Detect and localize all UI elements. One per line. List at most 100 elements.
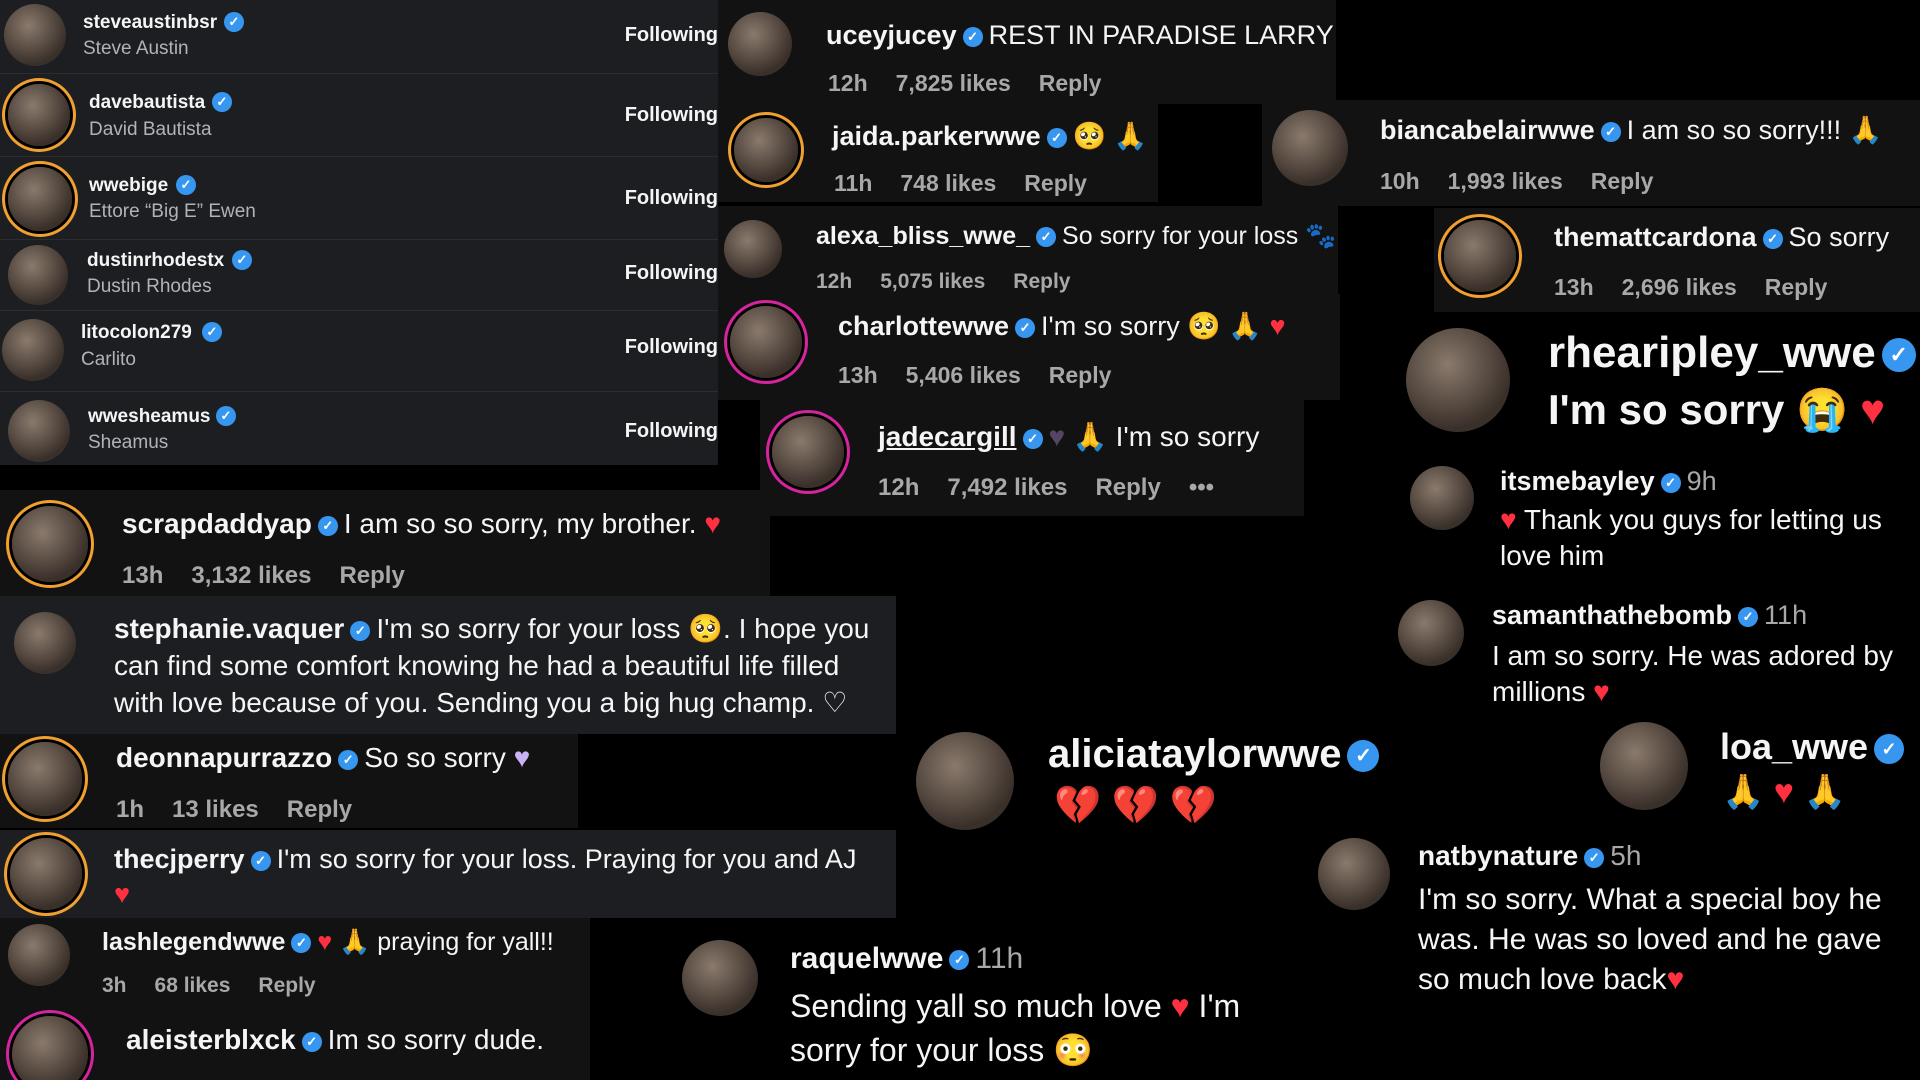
comment-jaida: jaida.parkerwwe ✓ 🥺 🙏 11h 748 likes Reply xyxy=(718,104,1158,202)
avatar[interactable] xyxy=(8,924,70,986)
likes-count[interactable]: 5,406 likes xyxy=(906,362,1021,388)
avatar[interactable] xyxy=(8,400,70,462)
username[interactable]: davebautista xyxy=(89,92,205,114)
avatar[interactable] xyxy=(1600,722,1688,810)
username[interactable]: itsmebayley xyxy=(1500,466,1655,496)
reply-link[interactable]: Reply xyxy=(1765,274,1828,300)
following-row[interactable]: wwebige ✓ Ettore “Big E” Ewen Following xyxy=(0,157,718,240)
likes-count[interactable]: 1,993 likes xyxy=(1448,168,1563,194)
avatar[interactable] xyxy=(728,12,792,76)
username[interactable]: charlottewwe xyxy=(838,311,1009,341)
reply-link[interactable]: Reply xyxy=(1039,70,1102,96)
full-name: Ettore “Big E” Ewen xyxy=(89,201,256,222)
verified-badge-icon: ✓ xyxy=(338,749,359,770)
avatar[interactable] xyxy=(12,1016,88,1080)
reply-link[interactable]: Reply xyxy=(258,974,315,997)
reply-link[interactable]: Reply xyxy=(339,562,404,589)
verified-badge-icon: ✓ xyxy=(1036,227,1057,248)
avatar[interactable] xyxy=(734,118,798,182)
following-button[interactable]: Following xyxy=(625,187,718,210)
avatar[interactable] xyxy=(8,84,70,146)
avatar[interactable] xyxy=(682,940,758,1016)
username[interactable]: alexa_bliss_wwe_ xyxy=(816,222,1030,250)
reply-link[interactable]: Reply xyxy=(1049,362,1112,388)
likes-count[interactable]: 7,825 likes xyxy=(896,70,1011,96)
username[interactable]: dustinrhodestx xyxy=(87,250,224,272)
avatar[interactable] xyxy=(1272,110,1348,186)
following-button[interactable]: Following xyxy=(625,104,718,127)
following-button[interactable]: Following xyxy=(625,420,718,443)
avatar[interactable] xyxy=(916,732,1014,830)
username[interactable]: jaida.parkerwwe xyxy=(832,121,1041,151)
following-row[interactable]: steveaustinbsr ✓ Steve Austin Following xyxy=(0,0,718,74)
username[interactable]: litocolon279 xyxy=(81,322,192,344)
username[interactable]: deonnapurrazzo xyxy=(116,742,332,773)
avatar[interactable] xyxy=(10,838,82,910)
avatar[interactable] xyxy=(730,306,802,378)
username[interactable]: samanthathebomb xyxy=(1492,600,1732,630)
username[interactable]: wwebige xyxy=(89,175,168,197)
username[interactable]: steveaustinbsr xyxy=(83,12,217,34)
avatar[interactable] xyxy=(2,319,64,381)
username[interactable]: natbynature xyxy=(1418,840,1578,871)
avatar[interactable] xyxy=(14,612,76,674)
avatar[interactable] xyxy=(8,742,82,816)
likes-count[interactable]: 7,492 likes xyxy=(947,474,1067,501)
following-button[interactable]: Following xyxy=(625,262,718,285)
username[interactable]: stephanie.vaquer xyxy=(114,613,344,644)
avatar[interactable] xyxy=(1444,220,1516,292)
username[interactable]: aliciataylorwwe xyxy=(1048,732,1341,776)
following-row[interactable]: wwesheamus ✓ Sheamus Following xyxy=(0,392,718,465)
avatar[interactable] xyxy=(724,220,782,278)
verified-badge-icon: ✓ xyxy=(1762,228,1783,249)
broken-heart-icon: 💔 xyxy=(1169,785,1218,827)
username[interactable]: thecjperry xyxy=(114,844,245,874)
more-options-icon[interactable]: ••• xyxy=(1189,474,1214,501)
likes-count[interactable]: 748 likes xyxy=(900,170,996,196)
timestamp: 9h xyxy=(1686,466,1717,496)
username[interactable]: jadecargill xyxy=(878,421,1017,452)
reply-link[interactable]: Reply xyxy=(1024,170,1087,196)
username[interactable]: raquelwwe xyxy=(790,942,943,975)
reply-link[interactable]: Reply xyxy=(1095,474,1160,501)
likes-count[interactable]: 3,132 likes xyxy=(191,562,311,589)
timestamp: 5h xyxy=(1610,840,1642,871)
username[interactable]: themattcardona xyxy=(1554,222,1757,252)
avatar[interactable] xyxy=(8,245,68,305)
avatar[interactable] xyxy=(772,416,844,488)
username[interactable]: aleisterblxck xyxy=(126,1024,296,1055)
reply-link[interactable]: Reply xyxy=(287,796,352,823)
verified-badge-icon: ✓ xyxy=(301,1031,322,1052)
following-row[interactable]: litocolon279 ✓ Carlito Following xyxy=(0,311,718,392)
red-heart-icon: ♥ xyxy=(317,928,333,956)
username[interactable]: scrapdaddyap xyxy=(122,508,312,539)
verified-badge-icon: ✓ xyxy=(232,250,252,270)
following-button[interactable]: Following xyxy=(625,336,718,359)
likes-count[interactable]: 68 likes xyxy=(155,974,231,997)
likes-count[interactable]: 13 likes xyxy=(172,796,259,823)
avatar[interactable] xyxy=(1406,328,1510,432)
pleading-face-icon: 🥺 xyxy=(1187,311,1221,341)
avatar[interactable] xyxy=(12,506,88,582)
comment-lashley: lashlegendwwe ✓ ♥ 🙏 praying for yall!! 3h 6… xyxy=(0,918,590,1010)
avatar[interactable] xyxy=(1398,600,1464,666)
following-row[interactable]: davebautista ✓ David Bautista Following xyxy=(0,74,718,157)
following-button[interactable]: Following xyxy=(625,24,718,47)
likes-count[interactable]: 2,696 likes xyxy=(1622,274,1737,300)
reply-link[interactable]: Reply xyxy=(1591,168,1654,194)
black-heart-icon: ♥ xyxy=(1048,421,1066,452)
username[interactable]: uceyjucey xyxy=(826,20,957,50)
following-row[interactable]: dustinrhodestx ✓ Dustin Rhodes Following xyxy=(0,240,718,311)
avatar[interactable] xyxy=(1410,466,1474,530)
avatar[interactable] xyxy=(4,4,66,66)
verified-badge-icon: ✓ xyxy=(176,175,196,195)
username[interactable]: lashlegendwwe xyxy=(102,928,285,956)
username[interactable]: rhearipley_wwe xyxy=(1548,328,1876,377)
username[interactable]: loa_wwe xyxy=(1720,726,1868,767)
username[interactable]: biancabelairwwe xyxy=(1380,115,1595,145)
reply-link[interactable]: Reply xyxy=(1013,270,1070,293)
avatar[interactable] xyxy=(1318,838,1390,910)
avatar[interactable] xyxy=(8,167,72,231)
likes-count[interactable]: 5,075 likes xyxy=(880,270,985,293)
username[interactable]: wwesheamus xyxy=(88,406,211,428)
